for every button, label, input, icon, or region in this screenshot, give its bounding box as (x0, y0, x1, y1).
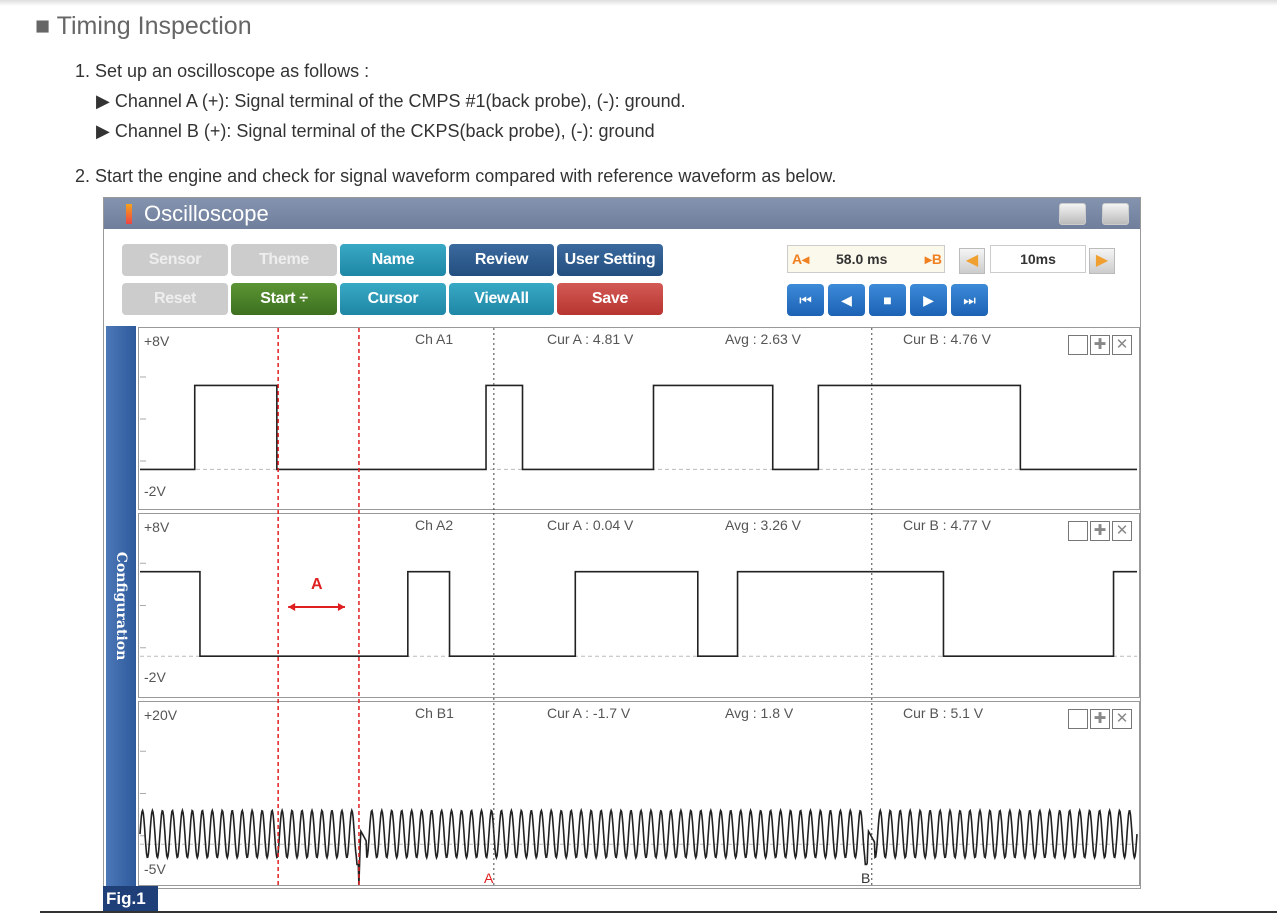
channel-top-label: +8V (144, 333, 170, 349)
channel-name-label: Ch B1 (415, 705, 454, 721)
channel-bottom-label: -2V (144, 669, 166, 685)
oscilloscope-window: Oscilloscope Sensor Theme Name Review Us… (103, 197, 1141, 889)
channel-avg-label: Avg : 1.8 V (725, 705, 794, 721)
close-icon[interactable]: ✕ (1112, 521, 1132, 541)
zoom-in-icon[interactable]: ✚ (1090, 335, 1110, 355)
step-1-channel-b: ▶ Channel B (+): Signal terminal of the … (96, 121, 655, 141)
annotation-a: A (311, 576, 323, 593)
channel-cur-a-label: Cur A : 0.04 V (547, 517, 634, 533)
zoom-in-icon[interactable]: ✚ (1090, 521, 1110, 541)
waveform-plot (139, 328, 1138, 886)
waveform-ch-b1 (139, 807, 1138, 885)
cursor-a-bottom-label: A (484, 870, 494, 886)
heading-text: Timing Inspection (56, 12, 252, 40)
checkbox[interactable] (1068, 335, 1088, 355)
channel-controls: ✚ ✕ (1068, 521, 1132, 541)
figure-label: Fig.1 (103, 886, 158, 912)
step-1: 1. Set up an oscilloscope as follows : (75, 61, 370, 81)
channel-name-label: Ch A1 (415, 331, 454, 347)
close-icon[interactable]: ✕ (1112, 335, 1132, 355)
channel-top-label: +20V (144, 707, 178, 723)
channel-bottom-label: -5V (144, 861, 166, 877)
channel-controls: ✚ ✕ (1068, 709, 1132, 729)
checkbox[interactable] (1068, 709, 1088, 729)
step-2: 2. Start the engine and check for signal… (75, 166, 837, 186)
channel-cur-b-label: Cur B : 4.76 V (903, 331, 991, 347)
close-icon[interactable]: ✕ (1112, 709, 1132, 729)
channel-avg-label: Avg : 2.63 V (725, 331, 802, 347)
page-heading: ■ Timing Inspection (35, 12, 252, 40)
channel-bottom-label: -2V (144, 483, 166, 499)
channel-cur-a-label: Cur A : -1.7 V (547, 705, 631, 721)
channel-cur-b-label: Cur B : 4.77 V (903, 517, 991, 533)
channel-name-label: Ch A2 (415, 517, 454, 533)
waveform-ch-a1 (140, 384, 1137, 471)
step-1-channel-a: ▶ Channel A (+): Signal terminal of the … (96, 91, 686, 111)
zoom-in-icon[interactable]: ✚ (1090, 709, 1110, 729)
channel-cur-a-label: Cur A : 4.81 V (547, 331, 634, 347)
checkbox[interactable] (1068, 521, 1088, 541)
channel-top-label: +8V (144, 519, 170, 535)
channel-controls: ✚ ✕ (1068, 335, 1132, 355)
waveform-ch-a2 (140, 570, 1137, 657)
top-shadow (0, 0, 1277, 6)
channel-avg-label: Avg : 3.26 V (725, 517, 802, 533)
channel-cur-b-label: Cur B : 5.1 V (903, 705, 984, 721)
cursor-b-bottom-label: B (861, 870, 871, 886)
